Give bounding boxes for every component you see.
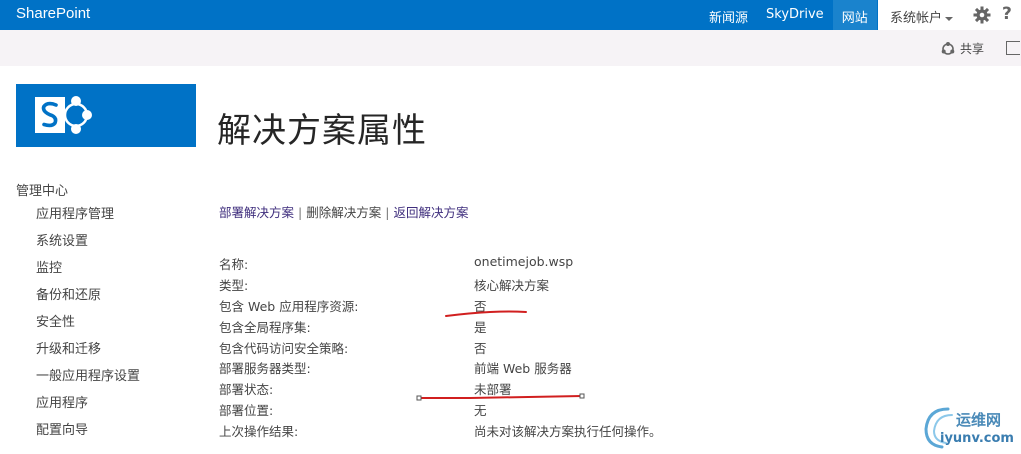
watermark-logo: 运维网 iyunv.com [910,403,1018,451]
red-annotation-marks [416,310,585,401]
watermark-url: iyunv.com [940,431,1014,446]
watermark-title: 运维网 [956,411,1002,429]
